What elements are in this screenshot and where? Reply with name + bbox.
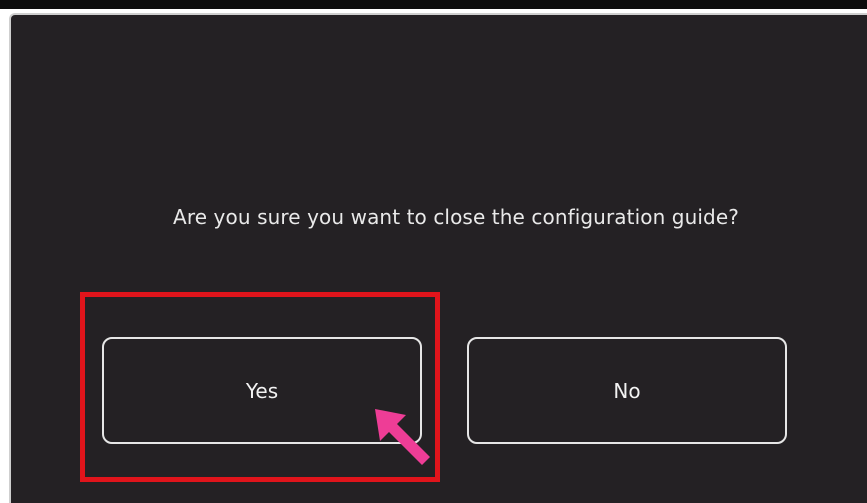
yes-button[interactable]: Yes xyxy=(102,337,422,444)
no-button[interactable]: No xyxy=(467,337,787,444)
dialog-message: Are you sure you want to close the confi… xyxy=(173,205,739,229)
screenshot-frame: Are you sure you want to close the confi… xyxy=(0,0,867,503)
window-top-edge xyxy=(0,0,867,9)
